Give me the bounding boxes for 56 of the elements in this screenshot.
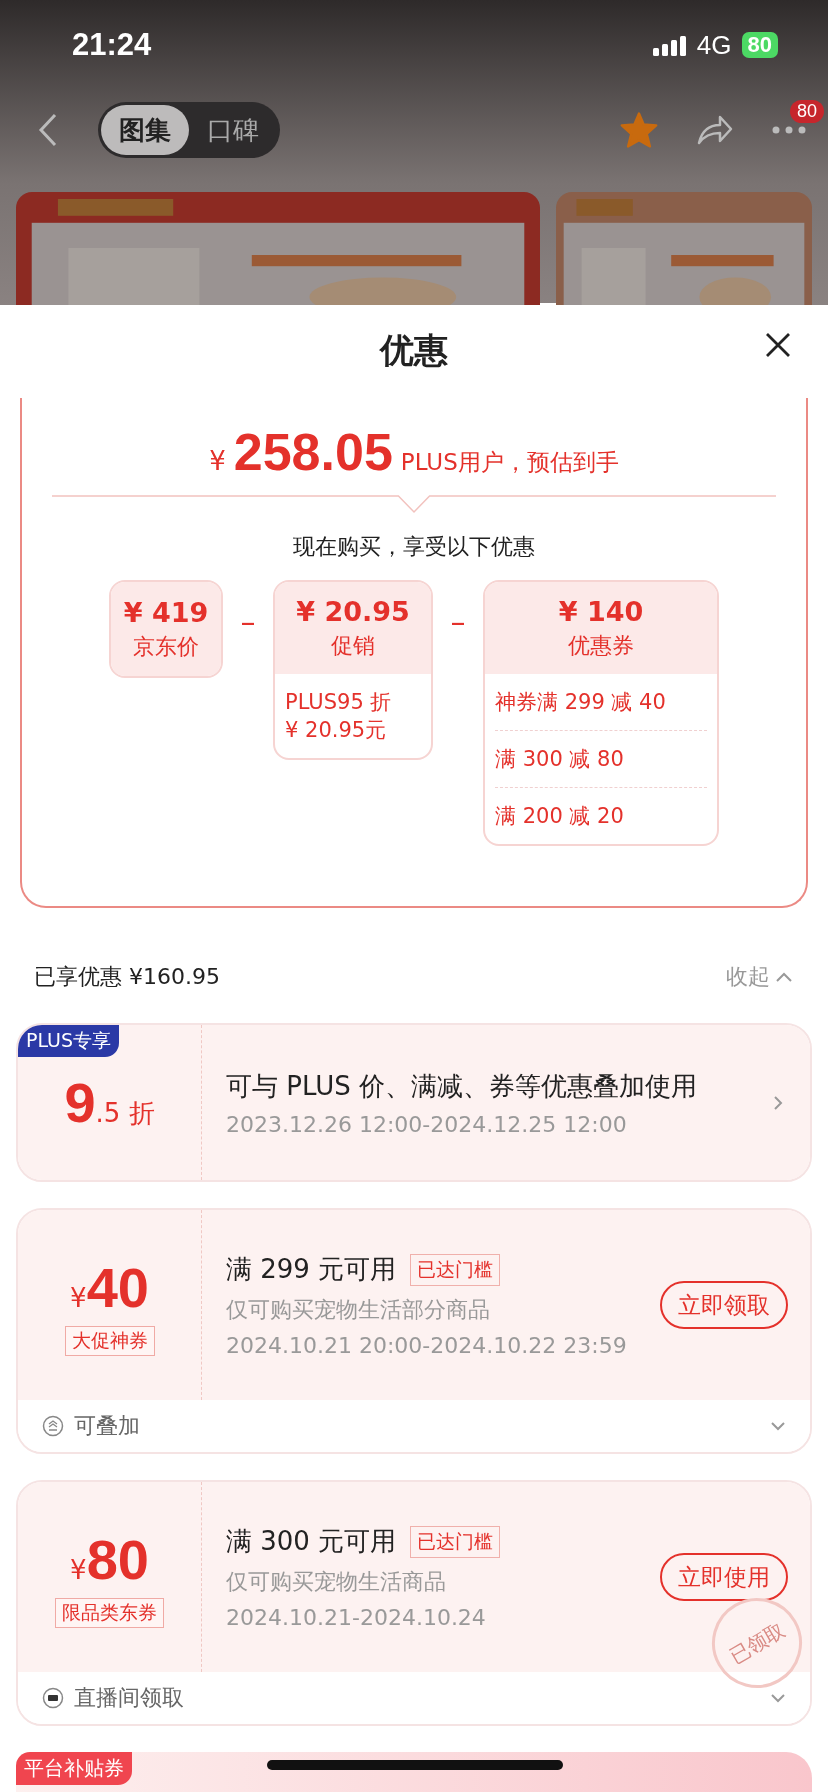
currency-sign: ¥ bbox=[209, 446, 226, 476]
discount-unit: .5 折 bbox=[95, 1097, 155, 1130]
minus-sign: – bbox=[449, 604, 467, 639]
coupon-scope: 仅可购买宠物生活商品 bbox=[226, 1568, 447, 1596]
currency-sign: ¥ bbox=[70, 1282, 87, 1313]
close-button[interactable] bbox=[764, 331, 792, 359]
coupon-value: 40 bbox=[86, 1254, 149, 1320]
breakdown-detail: 神券满 299 减 40 bbox=[495, 689, 667, 716]
coupon-type-tag: 大促神券 bbox=[64, 1325, 155, 1356]
coupon-type-tag: 限品类东券 bbox=[55, 1597, 164, 1628]
view-tab[interactable]: 口碑 bbox=[189, 105, 277, 155]
breakdown-detail: 满 300 减 80 bbox=[495, 730, 707, 787]
breakdown-amount: ¥ 419 bbox=[123, 596, 209, 628]
minus-sign: – bbox=[239, 604, 257, 639]
breakdown-label: 京东价 bbox=[133, 632, 199, 661]
coupon-title: 可与 PLUS 价、满减、券等优惠叠加使用 bbox=[226, 1069, 698, 1103]
coupon-footer-note: 直播间领取 bbox=[74, 1684, 184, 1712]
estimated-price: 258.05 bbox=[233, 422, 393, 482]
signal-icon bbox=[652, 34, 687, 56]
coupon-title: 满 299 元可用 bbox=[226, 1253, 397, 1286]
breakdown-label: 促销 bbox=[331, 631, 375, 660]
coupon-title: 满 300 元可用 bbox=[226, 1525, 397, 1558]
threshold-tag: 已达门槛 bbox=[410, 1525, 501, 1558]
breakdown-label: 优惠券 bbox=[568, 631, 634, 660]
network-label: 4G bbox=[696, 29, 732, 61]
plus-badge: PLUS专享 bbox=[18, 1025, 120, 1057]
view-tab[interactable]: 图集 bbox=[101, 105, 189, 155]
currency-sign: ¥ bbox=[70, 1554, 87, 1585]
ticket-icon bbox=[42, 1687, 64, 1709]
price-note: PLUS用户，预估到手 bbox=[400, 448, 619, 477]
saved-total: 已享优惠 ¥160.95 bbox=[34, 962, 220, 991]
coupon-action-button[interactable]: 立即使用 bbox=[660, 1553, 788, 1601]
star-icon[interactable] bbox=[620, 112, 658, 148]
coupon-value: 80 bbox=[86, 1526, 149, 1592]
notification-badge: 80 bbox=[789, 100, 824, 123]
collapse-button[interactable]: 收起 bbox=[726, 961, 794, 992]
threshold-tag: 已达门槛 bbox=[410, 1253, 501, 1286]
breakdown-detail: 满 200 减 20 bbox=[495, 787, 707, 844]
sheet-title: 优惠 bbox=[380, 328, 448, 372]
subsidy-badge: 平台补贴券 bbox=[16, 1752, 132, 1785]
share-icon[interactable] bbox=[696, 114, 734, 146]
coupon-period: 2023.12.26 12:00-2024.12.25 12:00 bbox=[226, 1111, 628, 1137]
breakdown-amount: ¥ 140 bbox=[558, 595, 644, 627]
status-time: 21:24 bbox=[72, 27, 152, 63]
coupon-period: 2024.10.21-2024.10.24 bbox=[226, 1605, 487, 1630]
breakdown-detail: PLUS95 折 ¥ 20.95元 bbox=[285, 689, 393, 744]
coupon-period: 2024.10.21 20:00-2024.10.22 23:59 bbox=[226, 1333, 628, 1358]
back-button[interactable] bbox=[38, 113, 58, 147]
discount-value: 9 bbox=[64, 1070, 96, 1135]
coupon-scope: 仅可购买宠物生活部分商品 bbox=[226, 1296, 491, 1324]
stack-icon bbox=[42, 1415, 64, 1437]
breakdown-heading: 现在购买，享受以下优惠 bbox=[292, 533, 536, 561]
breakdown-amount: ¥ 20.95 bbox=[296, 595, 410, 627]
coupon-footer-note: 可叠加 bbox=[74, 1412, 140, 1440]
battery-level: 80 bbox=[741, 32, 778, 58]
coupon-action-button[interactable]: 立即领取 bbox=[660, 1281, 788, 1329]
